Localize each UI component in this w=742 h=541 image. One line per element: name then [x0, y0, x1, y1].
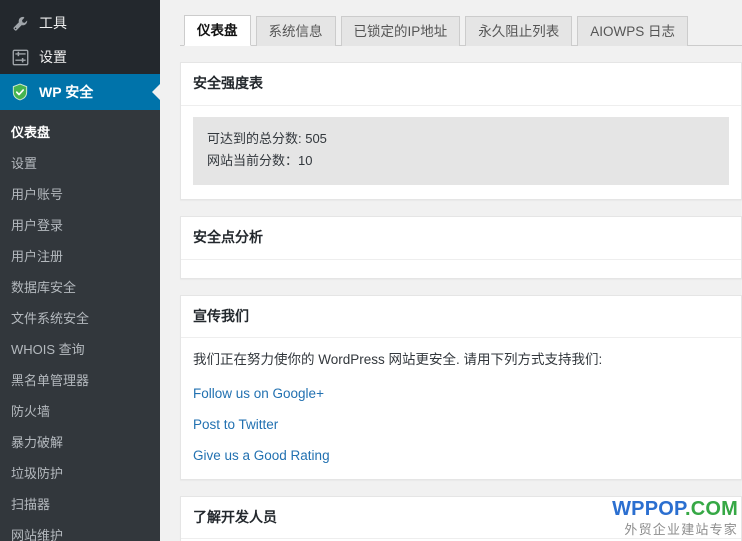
sidebar-subitem-user-accounts[interactable]: 用户账号 — [0, 179, 160, 210]
panel-promo: 宣传我们 我们正在努力使你的 WordPress 网站更安全. 请用下列方式支持… — [180, 294, 742, 480]
panel-security-points-title: 安全点分析 — [181, 217, 741, 260]
panel-security-strength-title: 安全强度表 — [181, 63, 741, 106]
tab-system-info[interactable]: 系统信息 — [255, 16, 336, 46]
shield-icon — [10, 82, 30, 102]
sidebar-subitem-user-login[interactable]: 用户登录 — [0, 210, 160, 241]
sidebar-submenu: 仪表盘 设置 用户账号 用户登录 用户注册 数据库安全 文件系统安全 WHOIS… — [0, 110, 160, 541]
panel-security-strength: 安全强度表 可达到的总分数: 505 网站当前分数：10 — [180, 62, 742, 201]
tab-bar: 仪表盘 系统信息 已锁定的IP地址 永久阻止列表 AIOWPS 日志 — [180, 9, 742, 46]
wrench-icon — [10, 13, 30, 33]
sidebar-top-menu: 工具 设置 WP 安全 — [0, 0, 160, 110]
admin-sidebar: 工具 设置 WP 安全 仪表盘 设置 用户账号 用户登录 用户注册 数据库安全 … — [0, 0, 160, 541]
panel-developers: 了解开发人员 想知道更多关于此插件背后的开发人员吗？ — [180, 495, 742, 541]
security-score-box: 可达到的总分数: 505 网站当前分数：10 — [193, 116, 729, 186]
sidebar-subitem-blacklist-manager[interactable]: 黑名单管理器 — [0, 365, 160, 396]
panel-security-points: 安全点分析 — [180, 216, 742, 279]
sidebar-item-settings[interactable]: 设置 — [0, 40, 160, 74]
tab-dashboard[interactable]: 仪表盘 — [184, 15, 251, 46]
link-give-good-rating[interactable]: Give us a Good Rating — [193, 448, 330, 463]
sidebar-subitem-maintenance[interactable]: 网站维护 — [0, 520, 160, 541]
tab-permanent-block-list[interactable]: 永久阻止列表 — [465, 16, 573, 46]
promo-paragraph: 我们正在努力使你的 WordPress 网站更安全. 请用下列方式支持我们: — [193, 352, 603, 368]
panel-security-strength-body: 可达到的总分数: 505 网站当前分数：10 — [181, 106, 741, 200]
sidebar-subitem-scanner[interactable]: 扫描器 — [0, 489, 160, 520]
sidebar-subitem-spam-prevention[interactable]: 垃圾防护 — [0, 458, 160, 489]
sidebar-item-tools-label: 工具 — [39, 15, 67, 31]
panel-promo-body: 我们正在努力使你的 WordPress 网站更安全. 请用下列方式支持我们: F… — [181, 338, 741, 479]
sidebar-subitem-firewall[interactable]: 防火墙 — [0, 396, 160, 427]
link-follow-google-plus[interactable]: Follow us on Google+ — [193, 386, 324, 401]
sidebar-subitem-whois-lookup[interactable]: WHOIS 查询 — [0, 334, 160, 365]
sidebar-subitem-dashboard[interactable]: 仪表盘 — [0, 117, 160, 148]
sidebar-subitem-settings[interactable]: 设置 — [0, 148, 160, 179]
sidebar-subitem-database-security[interactable]: 数据库安全 — [0, 272, 160, 303]
panel-security-points-body — [181, 260, 741, 278]
tab-aiowps-logs[interactable]: AIOWPS 日志 — [577, 16, 689, 46]
tab-locked-ip[interactable]: 已锁定的IP地址 — [340, 16, 461, 46]
panel-developers-title: 了解开发人员 — [181, 497, 741, 540]
sidebar-item-settings-label: 设置 — [39, 49, 67, 65]
sidebar-item-wp-security-label: WP 安全 — [39, 84, 94, 100]
total-score-text: 可达到的总分数: 505 — [207, 130, 327, 146]
sidebar-subitem-brute-force[interactable]: 暴力破解 — [0, 427, 160, 458]
sidebar-subitem-user-registration[interactable]: 用户注册 — [0, 241, 160, 272]
current-score-text: 网站当前分数：10 — [207, 153, 313, 169]
sidebar-item-tools[interactable]: 工具 — [0, 6, 160, 40]
sidebar-item-wp-security[interactable]: WP 安全 — [0, 74, 160, 110]
link-post-to-twitter[interactable]: Post to Twitter — [193, 417, 278, 432]
sliders-icon — [10, 47, 30, 67]
panel-promo-title: 宣传我们 — [181, 296, 741, 339]
wordpress-admin-screen: 工具 设置 WP 安全 仪表盘 设置 用户账号 用户登录 用户注册 数据库安全 … — [0, 0, 742, 541]
main-content: 仪表盘 系统信息 已锁定的IP地址 永久阻止列表 AIOWPS 日志 安全强度表… — [160, 0, 742, 541]
sidebar-subitem-filesystem-security[interactable]: 文件系统安全 — [0, 303, 160, 334]
